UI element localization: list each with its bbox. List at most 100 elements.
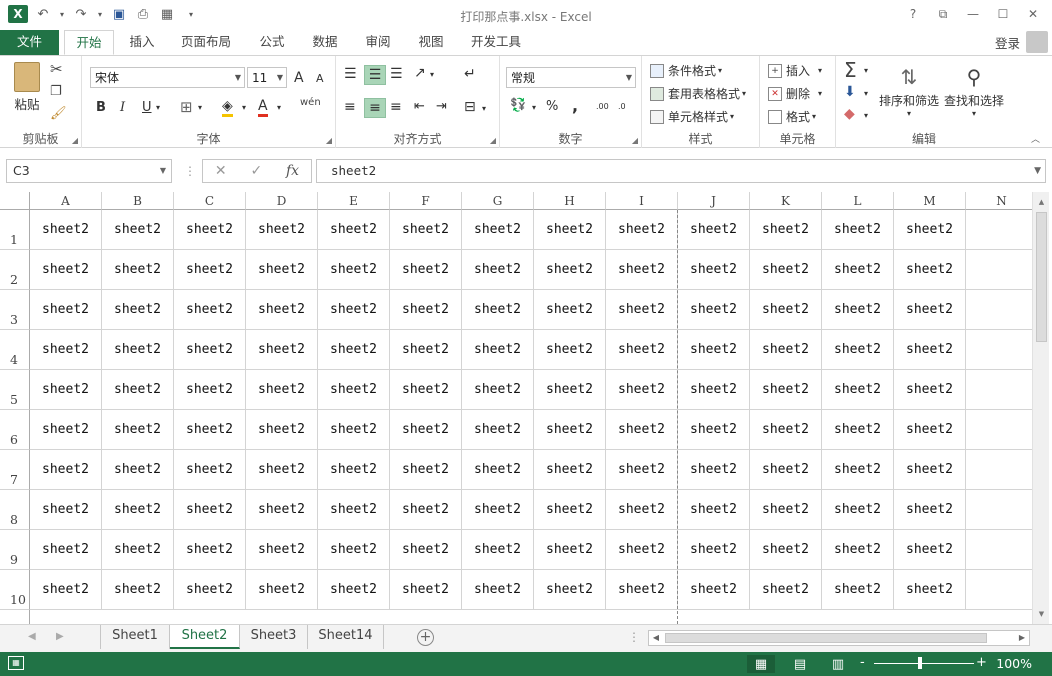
- cell-L8[interactable]: sheet2: [822, 490, 894, 530]
- align-center-icon[interactable]: ≡: [364, 98, 386, 118]
- cell-G1[interactable]: sheet2: [462, 210, 534, 250]
- cell-H10[interactable]: sheet2: [534, 570, 606, 610]
- conditional-format-button[interactable]: 条件格式 ▾: [650, 62, 722, 79]
- paste-button[interactable]: 粘贴: [12, 62, 42, 113]
- cell-F8[interactable]: sheet2: [390, 490, 462, 530]
- cell-M6[interactable]: sheet2: [894, 410, 966, 450]
- cell-I6[interactable]: sheet2: [606, 410, 678, 450]
- ribbon-display-button[interactable]: ⧉: [930, 4, 956, 24]
- sheet-tab-active[interactable]: Sheet2: [170, 625, 240, 649]
- launcher-icon[interactable]: ◢: [632, 136, 638, 145]
- tab-home[interactable]: 开始: [64, 30, 114, 55]
- cell-F5[interactable]: sheet2: [390, 370, 462, 410]
- cell-L1[interactable]: sheet2: [822, 210, 894, 250]
- align-bottom-icon[interactable]: ☰: [390, 66, 403, 82]
- cell-C6[interactable]: sheet2: [174, 410, 246, 450]
- font-name-select[interactable]: 宋体 ▼: [90, 67, 245, 88]
- cell-H8[interactable]: sheet2: [534, 490, 606, 530]
- tab-file[interactable]: 文件: [0, 30, 59, 55]
- tab-developer[interactable]: 开发工具: [462, 30, 530, 55]
- scroll-up-icon[interactable]: ▲: [1033, 194, 1050, 210]
- cell-E9[interactable]: sheet2: [318, 530, 390, 570]
- cell-M10[interactable]: sheet2: [894, 570, 966, 610]
- cell-A2[interactable]: sheet2: [30, 250, 102, 290]
- cell-C1[interactable]: sheet2: [174, 210, 246, 250]
- cancel-icon[interactable]: ✕: [215, 163, 227, 179]
- cell-G9[interactable]: sheet2: [462, 530, 534, 570]
- fill-color-icon[interactable]: ◈: [222, 98, 233, 117]
- cell-I8[interactable]: sheet2: [606, 490, 678, 530]
- cell-H3[interactable]: sheet2: [534, 290, 606, 330]
- cell-K7[interactable]: sheet2: [750, 450, 822, 490]
- cell-I2[interactable]: sheet2: [606, 250, 678, 290]
- cell-C8[interactable]: sheet2: [174, 490, 246, 530]
- cell-D1[interactable]: sheet2: [246, 210, 318, 250]
- cell-D3[interactable]: sheet2: [246, 290, 318, 330]
- maximize-button[interactable]: ☐: [990, 4, 1016, 24]
- sheet-tab[interactable]: Sheet1: [100, 625, 170, 649]
- cell-D4[interactable]: sheet2: [246, 330, 318, 370]
- page-break-view-icon[interactable]: ▥: [824, 655, 852, 673]
- launcher-icon[interactable]: ◢: [72, 136, 78, 145]
- insert-cells-button[interactable]: + 插入 ▾: [768, 62, 822, 79]
- clear-dropdown-icon[interactable]: ▾: [864, 111, 868, 120]
- cell-M5[interactable]: sheet2: [894, 370, 966, 410]
- cell-B10[interactable]: sheet2: [102, 570, 174, 610]
- column-header[interactable]: E: [318, 192, 390, 210]
- cell-L3[interactable]: sheet2: [822, 290, 894, 330]
- cell-E5[interactable]: sheet2: [318, 370, 390, 410]
- cell-B3[interactable]: sheet2: [102, 290, 174, 330]
- cell-E7[interactable]: sheet2: [318, 450, 390, 490]
- cell-F10[interactable]: sheet2: [390, 570, 462, 610]
- clear-icon[interactable]: ◆: [844, 106, 855, 122]
- macro-record-icon[interactable]: ▦: [8, 656, 24, 670]
- cell-I3[interactable]: sheet2: [606, 290, 678, 330]
- tab-view[interactable]: 视图: [409, 30, 453, 55]
- cell-K3[interactable]: sheet2: [750, 290, 822, 330]
- prev-sheet-icon[interactable]: ◀: [28, 631, 36, 642]
- font-size-select[interactable]: 11 ▼: [247, 67, 287, 88]
- cell-M4[interactable]: sheet2: [894, 330, 966, 370]
- normal-view-icon[interactable]: ▦: [747, 655, 775, 673]
- cell-J5[interactable]: sheet2: [678, 370, 750, 410]
- row-header[interactable]: 5: [0, 370, 30, 410]
- align-top-icon[interactable]: ☰: [344, 66, 357, 82]
- cell-I5[interactable]: sheet2: [606, 370, 678, 410]
- tab-formulas[interactable]: 公式: [250, 30, 294, 55]
- cell-G4[interactable]: sheet2: [462, 330, 534, 370]
- cell-B2[interactable]: sheet2: [102, 250, 174, 290]
- row-header[interactable]: 1: [0, 210, 30, 250]
- cell-A5[interactable]: sheet2: [30, 370, 102, 410]
- cell-A10[interactable]: sheet2: [30, 570, 102, 610]
- login-link[interactable]: 登录: [995, 33, 1020, 52]
- orientation-icon[interactable]: ↗: [414, 65, 426, 81]
- cell-D9[interactable]: sheet2: [246, 530, 318, 570]
- help-button[interactable]: ?: [900, 4, 926, 24]
- scroll-left-icon[interactable]: ◀: [649, 631, 663, 645]
- cell-F2[interactable]: sheet2: [390, 250, 462, 290]
- collapse-ribbon-icon[interactable]: ︿: [1031, 132, 1040, 145]
- cut-icon[interactable]: ✂: [50, 60, 63, 78]
- delete-cells-button[interactable]: ✕ 删除 ▾: [768, 85, 822, 102]
- find-select-button[interactable]: ⚲ 查找和选择 ▾: [942, 62, 1006, 118]
- cell-L7[interactable]: sheet2: [822, 450, 894, 490]
- zoom-slider[interactable]: [874, 663, 974, 664]
- column-header[interactable]: B: [102, 192, 174, 210]
- cell-M1[interactable]: sheet2: [894, 210, 966, 250]
- orientation-dropdown-icon[interactable]: ▾: [430, 70, 434, 79]
- column-header[interactable]: C: [174, 192, 246, 210]
- cell-E6[interactable]: sheet2: [318, 410, 390, 450]
- cell-B4[interactable]: sheet2: [102, 330, 174, 370]
- cell-H7[interactable]: sheet2: [534, 450, 606, 490]
- cell-I1[interactable]: sheet2: [606, 210, 678, 250]
- cell-H9[interactable]: sheet2: [534, 530, 606, 570]
- add-sheet-button[interactable]: +: [417, 629, 434, 646]
- align-left-icon[interactable]: ≡: [344, 99, 356, 115]
- increase-decimal-button[interactable]: .00: [596, 102, 609, 111]
- page-layout-view-icon[interactable]: ▤: [786, 655, 814, 673]
- cell-B1[interactable]: sheet2: [102, 210, 174, 250]
- cell-B9[interactable]: sheet2: [102, 530, 174, 570]
- next-sheet-icon[interactable]: ▶: [56, 631, 64, 642]
- number-format-select[interactable]: 常规 ▼: [506, 67, 636, 88]
- cell-J4[interactable]: sheet2: [678, 330, 750, 370]
